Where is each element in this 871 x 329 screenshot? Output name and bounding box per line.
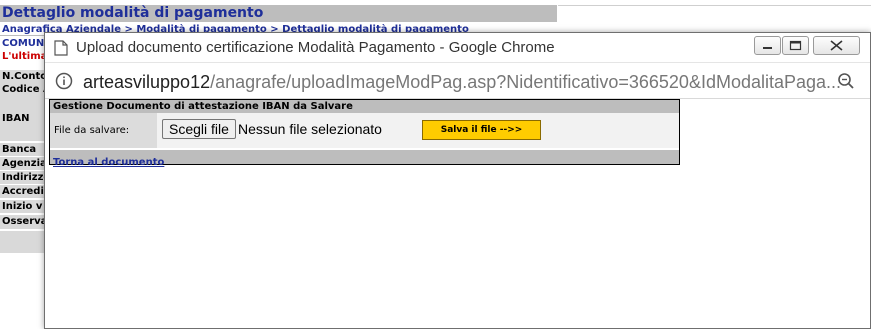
- choose-file-button[interactable]: Scegli file: [162, 119, 236, 139]
- url-path: /anagrafe/uploadImageModPag.asp?Nidentif…: [210, 72, 842, 92]
- no-file-selected-text: Nessun file selezionato: [238, 121, 382, 137]
- upload-popup-window: Upload documento certificazione Modalità…: [44, 32, 871, 329]
- back-to-document-link[interactable]: Torna al documento: [53, 157, 164, 168]
- field-label-iban: IBAN: [0, 96, 46, 141]
- close-button[interactable]: [813, 36, 860, 55]
- url-text[interactable]: arteasviluppo12/anagrafe/uploadImageModP…: [83, 72, 841, 92]
- maximize-button[interactable]: [782, 36, 809, 55]
- field-label-inizio: Inizio v: [0, 200, 46, 213]
- divider: [558, 5, 871, 6]
- field-label-indirizzo: Indirizzo: [0, 171, 46, 184]
- window-titlebar[interactable]: Upload documento certificazione Modalità…: [45, 33, 870, 63]
- upload-panel: Gestione Documento di attestazione IBAN …: [49, 99, 680, 168]
- minimize-icon: [763, 47, 772, 49]
- address-bar[interactable]: arteasviluppo12/anagrafe/uploadImageModP…: [45, 63, 870, 99]
- document-icon: [54, 40, 68, 56]
- close-icon: [830, 40, 843, 51]
- file-row: File da salvare: Scegli file Nessun file…: [50, 113, 679, 148]
- maximize-icon: [789, 40, 802, 51]
- comune-text: COMUN: [2, 38, 45, 49]
- zoom-out-icon[interactable]: [837, 72, 855, 90]
- panel-footer: Torna al documento: [50, 150, 679, 168]
- url-host: arteasviluppo12: [83, 72, 211, 92]
- minimize-button[interactable]: [754, 36, 781, 55]
- window-title: Upload documento certificazione Modalità…: [76, 39, 555, 56]
- page-title: Dettaglio modalità di pagamento: [0, 5, 557, 22]
- field-label-nconto: N.Conto: [0, 70, 46, 83]
- info-icon[interactable]: [55, 72, 73, 90]
- background-filler: [0, 231, 46, 253]
- panel-header: Gestione Documento di attestazione IBAN …: [50, 100, 679, 113]
- last-update-text: L'ultima: [2, 51, 48, 62]
- field-label-accredito: Accredi: [0, 185, 46, 198]
- save-file-button[interactable]: Salva il file -->>: [422, 120, 541, 140]
- file-label: File da salvare:: [50, 113, 157, 148]
- field-label-osservazioni: Osserva: [0, 215, 46, 229]
- field-label-agenzia: Agenzia: [0, 157, 46, 170]
- field-label-codice: Codice A: [0, 83, 46, 96]
- field-label-banca: Banca: [0, 143, 46, 156]
